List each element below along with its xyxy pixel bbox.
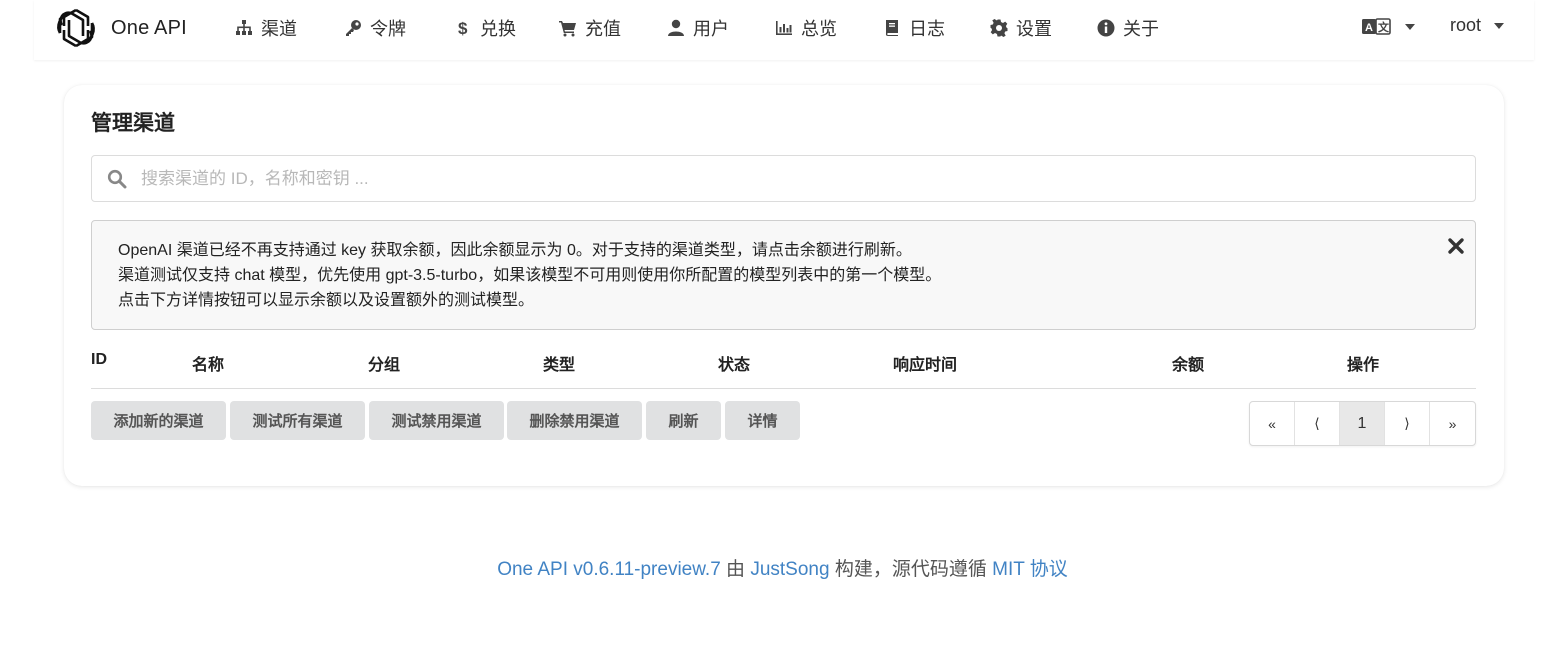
column-header-actions: 操作	[1347, 357, 1380, 374]
column-header-id[interactable]: ID	[91, 351, 107, 369]
last-page-button[interactable]: »	[1430, 402, 1475, 445]
first-page-button[interactable]: «	[1250, 402, 1295, 445]
chevron-down-icon	[1405, 24, 1415, 30]
menu-item-label: 渠道	[261, 19, 297, 39]
book-icon	[881, 18, 903, 38]
menu-item-label: 令牌	[370, 19, 406, 39]
column-header-status[interactable]: 状态	[718, 351, 750, 375]
notice-line: 渠道测试仅支持 chat 模型，优先使用 gpt-3.5-turbo，如果该模型…	[118, 267, 942, 284]
menu-item-users[interactable]: 用户	[665, 10, 729, 46]
footer-text: 构建，源代码遵循	[829, 559, 993, 580]
svg-text:文: 文	[1378, 20, 1390, 34]
brand-name: One API	[111, 16, 187, 39]
sitemap-icon	[233, 18, 255, 38]
user-icon	[665, 18, 687, 38]
column-header-balance[interactable]: 余额	[1172, 351, 1204, 375]
column-header-type[interactable]: 类型	[543, 351, 575, 375]
notice-line: 点击下方详情按钮可以显示余额以及设置额外的测试模型。	[118, 292, 535, 309]
menu-item-label: 充值	[585, 19, 621, 39]
menu-item-label: 用户	[693, 19, 729, 39]
notice-line: OpenAI 渠道已经不再支持通过 key 获取余额，因此余额显示为 0。对于支…	[118, 242, 912, 259]
next-page-button[interactable]: ⟩	[1385, 402, 1430, 445]
svg-text:$: $	[458, 19, 468, 37]
test-all-channels-button[interactable]: 测试所有渠道	[230, 401, 365, 440]
version-link[interactable]: One API v0.6.11-preview.7	[497, 559, 721, 580]
bar-chart-icon	[773, 18, 795, 38]
footer-text: 由	[720, 559, 751, 580]
username: root	[1450, 15, 1482, 35]
svg-text:A: A	[1365, 22, 1373, 34]
menu-item-tokens[interactable]: 令牌	[342, 10, 406, 46]
chevron-down-icon	[1494, 22, 1505, 29]
menu-item-label: 日志	[909, 19, 945, 39]
dollar-icon: $	[452, 18, 474, 38]
add-channel-button[interactable]: 添加新的渠道	[91, 401, 226, 440]
menu-item-label: 设置	[1016, 19, 1052, 39]
menu-item-logs[interactable]: 日志	[881, 10, 945, 46]
info-notice: OpenAI 渠道已经不再支持通过 key 获取余额，因此余额显示为 0。对于支…	[91, 220, 1476, 330]
column-header-response-time[interactable]: 响应时间	[893, 351, 957, 375]
translate-icon: A 文	[1362, 18, 1391, 35]
menu-item-label: 总览	[801, 19, 837, 39]
author-link[interactable]: JustSong	[750, 559, 829, 580]
menu-item-label: 关于	[1123, 19, 1159, 39]
brand[interactable]: One API	[54, 5, 187, 51]
menu-item-label: 兑换	[480, 19, 516, 39]
prev-page-button[interactable]: ⟨	[1295, 402, 1340, 445]
page-title: 管理渠道	[91, 112, 175, 135]
column-header-name[interactable]: 名称	[192, 351, 224, 375]
menu-item-topup[interactable]: 充值	[557, 10, 621, 46]
top-navbar: One API 渠道 令牌 $ 兑换 充值 用户 总览 日志 设置 关于 A 文…	[34, 0, 1534, 60]
channels-card: 管理渠道 OpenAI 渠道已经不再支持通过 key 获取余额，因此余额显示为 …	[64, 85, 1504, 486]
gear-icon	[988, 18, 1010, 38]
menu-item-settings[interactable]: 设置	[988, 10, 1052, 46]
footer: One API v0.6.11-preview.7 由 JustSong 构建，…	[0, 554, 1565, 581]
close-icon[interactable]	[1447, 237, 1465, 255]
search-box[interactable]	[91, 155, 1476, 202]
search-icon	[107, 169, 127, 188]
menu-item-channels[interactable]: 渠道	[233, 10, 297, 46]
refresh-button[interactable]: 刷新	[646, 401, 721, 440]
menu-item-dashboard[interactable]: 总览	[773, 10, 837, 46]
menu-item-about[interactable]: 关于	[1095, 10, 1159, 46]
user-menu[interactable]: root	[1450, 15, 1505, 36]
page-number-button[interactable]: 1	[1340, 402, 1385, 445]
openai-logo-icon	[57, 8, 95, 48]
language-switch[interactable]: A 文	[1362, 17, 1416, 37]
delete-disabled-channels-button[interactable]: 删除禁用渠道	[507, 401, 642, 440]
test-disabled-channels-button[interactable]: 测试禁用渠道	[369, 401, 504, 440]
table-header: ID 名称 分组 类型 状态 响应时间 余额 操作	[91, 342, 1476, 389]
menu-item-redeem[interactable]: $ 兑换	[452, 10, 516, 46]
details-button[interactable]: 详情	[725, 401, 800, 440]
search-input[interactable]	[139, 167, 1439, 190]
license-link[interactable]: MIT 协议	[992, 559, 1068, 580]
info-icon	[1095, 18, 1117, 38]
cart-icon	[557, 18, 579, 38]
column-header-group[interactable]: 分组	[368, 351, 400, 375]
key-icon	[342, 18, 364, 38]
pagination: « ⟨ 1 ⟩ »	[1249, 401, 1476, 446]
